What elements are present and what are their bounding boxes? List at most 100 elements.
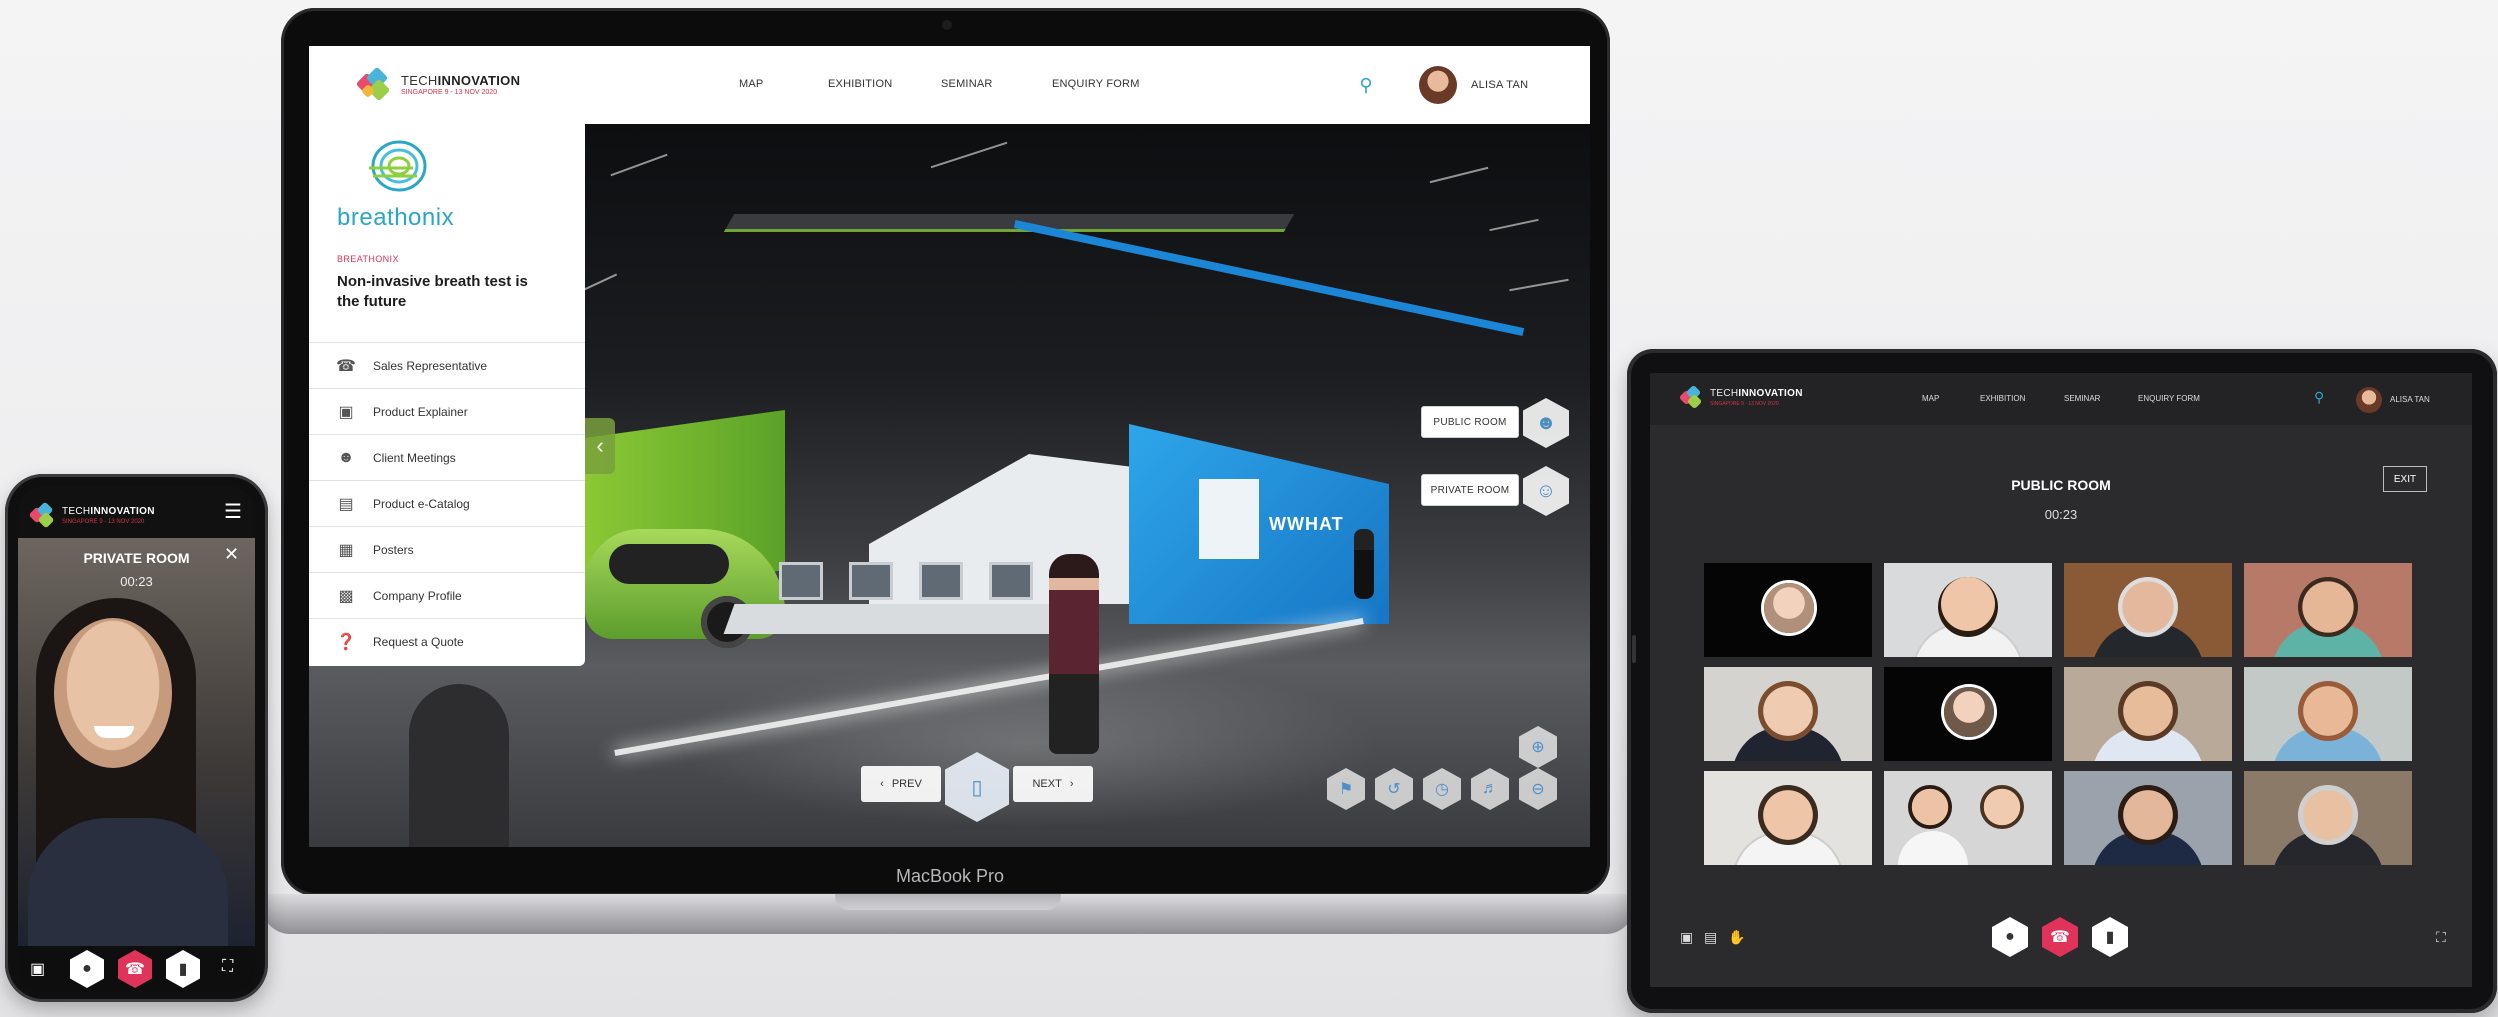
participant-face [1758, 785, 1818, 845]
quote-icon: ❓ [336, 633, 356, 651]
fullscreen-icon[interactable]: ⛶ [222, 958, 233, 976]
logo[interactable]: TECHINNOVATION SINGAPORE 9 - 13 NOV 2020 [28, 501, 155, 530]
panel-item-client-meetings[interactable]: ☻ Client Meetings [309, 434, 585, 480]
video-tile[interactable] [1704, 771, 1872, 865]
microphone-icon[interactable]: ● [1992, 917, 2028, 957]
ceiling-light [1429, 166, 1489, 184]
panel-item-product-e-catalog[interactable]: ▤ Product e-Catalog [309, 480, 585, 526]
nav-map[interactable]: MAP [1922, 394, 1939, 403]
nav-seminar[interactable]: SEMINAR [941, 78, 993, 90]
hang-up-icon[interactable]: ☎ [118, 950, 152, 988]
phone-header: TECHINNOVATION SINGAPORE 9 - 13 NOV 2020… [18, 486, 255, 538]
booth-screen [1199, 479, 1259, 559]
exit-button[interactable]: EXIT [2383, 466, 2427, 492]
video-tile[interactable] [1884, 771, 2052, 865]
participant-body [1898, 831, 1968, 865]
ceiling-light [1509, 278, 1569, 292]
meeting-icon: ☻ [337, 448, 355, 466]
participant-face [2118, 577, 2178, 637]
tablet-camera-bar [1632, 635, 1636, 663]
panel-item-sales-representative[interactable]: ☎ Sales Representative [309, 342, 585, 388]
monitor [779, 562, 823, 600]
chat-icon[interactable]: ▣ [30, 959, 45, 979]
chat-icon[interactable]: ▣ [1680, 929, 1693, 946]
search-icon[interactable]: ⚲ [1355, 74, 1377, 96]
ceiling-blue-band [1013, 220, 1525, 336]
panel-item-request-a-quote[interactable]: ❓ Request a Quote [309, 618, 585, 664]
camera-icon[interactable]: ▮ [2092, 917, 2128, 957]
nav-exhibition[interactable]: EXHIBITION [828, 78, 892, 90]
user-name[interactable]: ALISA TAN [1471, 79, 1528, 91]
avatar[interactable] [1419, 66, 1457, 104]
display-counter [723, 604, 1095, 634]
screen-share-icon[interactable]: ▤ [1704, 929, 1717, 946]
participant-face [2298, 577, 2358, 637]
booth-blue-wall [1129, 424, 1389, 624]
nav-map[interactable]: MAP [739, 78, 763, 90]
logo-subtitle: SINGAPORE 9 - 13 NOV 2020 [62, 519, 145, 525]
visitor-figure [1049, 554, 1099, 754]
panel-item-company-profile[interactable]: ▩ Company Profile [309, 572, 585, 618]
logo-subtitle: SINGAPORE 9 - 13 NOV 2020 [1710, 401, 1779, 407]
microphone-icon[interactable]: ● [70, 950, 104, 988]
prev-button[interactable]: ‹ PREV [861, 766, 941, 802]
hang-up-icon[interactable]: ☎ [2042, 917, 2078, 957]
nav-exhibition[interactable]: EXHIBITION [1980, 394, 2025, 403]
video-tile[interactable] [2064, 563, 2232, 657]
panel-item-label: Sales Representative [373, 358, 488, 373]
panel-item-label: Company Profile [373, 588, 462, 603]
logo-title-light: TECH [1710, 388, 1739, 399]
logo-title-bold: INNOVATION [1738, 388, 1803, 399]
video-tile[interactable] [1704, 667, 1872, 761]
tablet-screen: TECHINNOVATION SINGAPORE 9 - 13 NOV 2020… [1650, 373, 2472, 987]
panel-item-label: Posters [373, 542, 414, 557]
fullscreen-icon[interactable]: ⛶ [2436, 929, 2446, 946]
user-name[interactable]: ALISA TAN [2390, 395, 2430, 404]
nav-seminar[interactable]: SEMINAR [2064, 394, 2100, 403]
panel-item-label: Client Meetings [373, 450, 456, 465]
logo[interactable]: TECHINNOVATION SINGAPORE 9 - 13 NOV 2020 [1678, 384, 1803, 411]
next-button[interactable]: NEXT › [1013, 766, 1093, 802]
search-icon[interactable]: ⚲ [2314, 389, 2324, 406]
video-tile[interactable] [2244, 667, 2412, 761]
monitor [919, 562, 963, 600]
nav-enquiry-form[interactable]: ENQUIRY FORM [2138, 394, 2200, 403]
video-tile[interactable] [1884, 667, 2052, 761]
camera-icon[interactable]: ▮ [166, 950, 200, 988]
participant-avatar [1944, 687, 1994, 737]
prev-label: PREV [891, 778, 922, 790]
raise-hand-icon[interactable]: ✋ [1728, 929, 1745, 946]
logo[interactable]: TECHINNOVATION SINGAPORE 9 - 13 NOV 2020 [355, 66, 520, 104]
public-room-button[interactable]: PUBLIC ROOM [1421, 406, 1519, 438]
laptop-notch [835, 894, 1061, 910]
ceiling-light [610, 153, 668, 177]
video-tile[interactable] [2244, 771, 2412, 865]
video-tile[interactable] [2244, 563, 2412, 657]
laptop-camera [942, 20, 952, 30]
video-tile[interactable] [2064, 771, 2232, 865]
logo-title-light: TECH [62, 506, 91, 517]
collapse-panel-button[interactable]: ‹ [585, 418, 615, 474]
logo-hex-icon [1678, 384, 1706, 411]
close-icon[interactable]: ✕ [224, 544, 239, 565]
video-tile[interactable] [2064, 667, 2232, 761]
video-tile[interactable] [1884, 563, 2052, 657]
panel-item-posters[interactable]: ▦ Posters [309, 526, 585, 572]
video-tile[interactable] [1704, 563, 1872, 657]
poster-icon: ▦ [338, 541, 354, 559]
panel-item-label: Request a Quote [373, 634, 464, 649]
hamburger-menu-icon[interactable]: ☰ [224, 502, 242, 522]
brand-headline: Non-invasive breath test is the future [337, 273, 528, 310]
private-room-button[interactable]: PRIVATE ROOM [1421, 474, 1519, 506]
participant-face [1980, 785, 2024, 829]
headset-icon: ☎ [336, 357, 356, 375]
phone-video-feed [18, 538, 255, 948]
panel-item-product-explainer[interactable]: ▣ Product Explainer [309, 388, 585, 434]
panel-item-label: Product e-Catalog [373, 496, 470, 511]
avatar[interactable] [2356, 387, 2382, 413]
monitor [989, 562, 1033, 600]
tablet-call-timer: 00:23 [2044, 507, 2078, 522]
nav-enquiry-form[interactable]: ENQUIRY FORM [1052, 78, 1140, 90]
chevron-left-icon: ‹ [596, 433, 604, 458]
phone-call-timer: 00:23 [120, 574, 153, 589]
